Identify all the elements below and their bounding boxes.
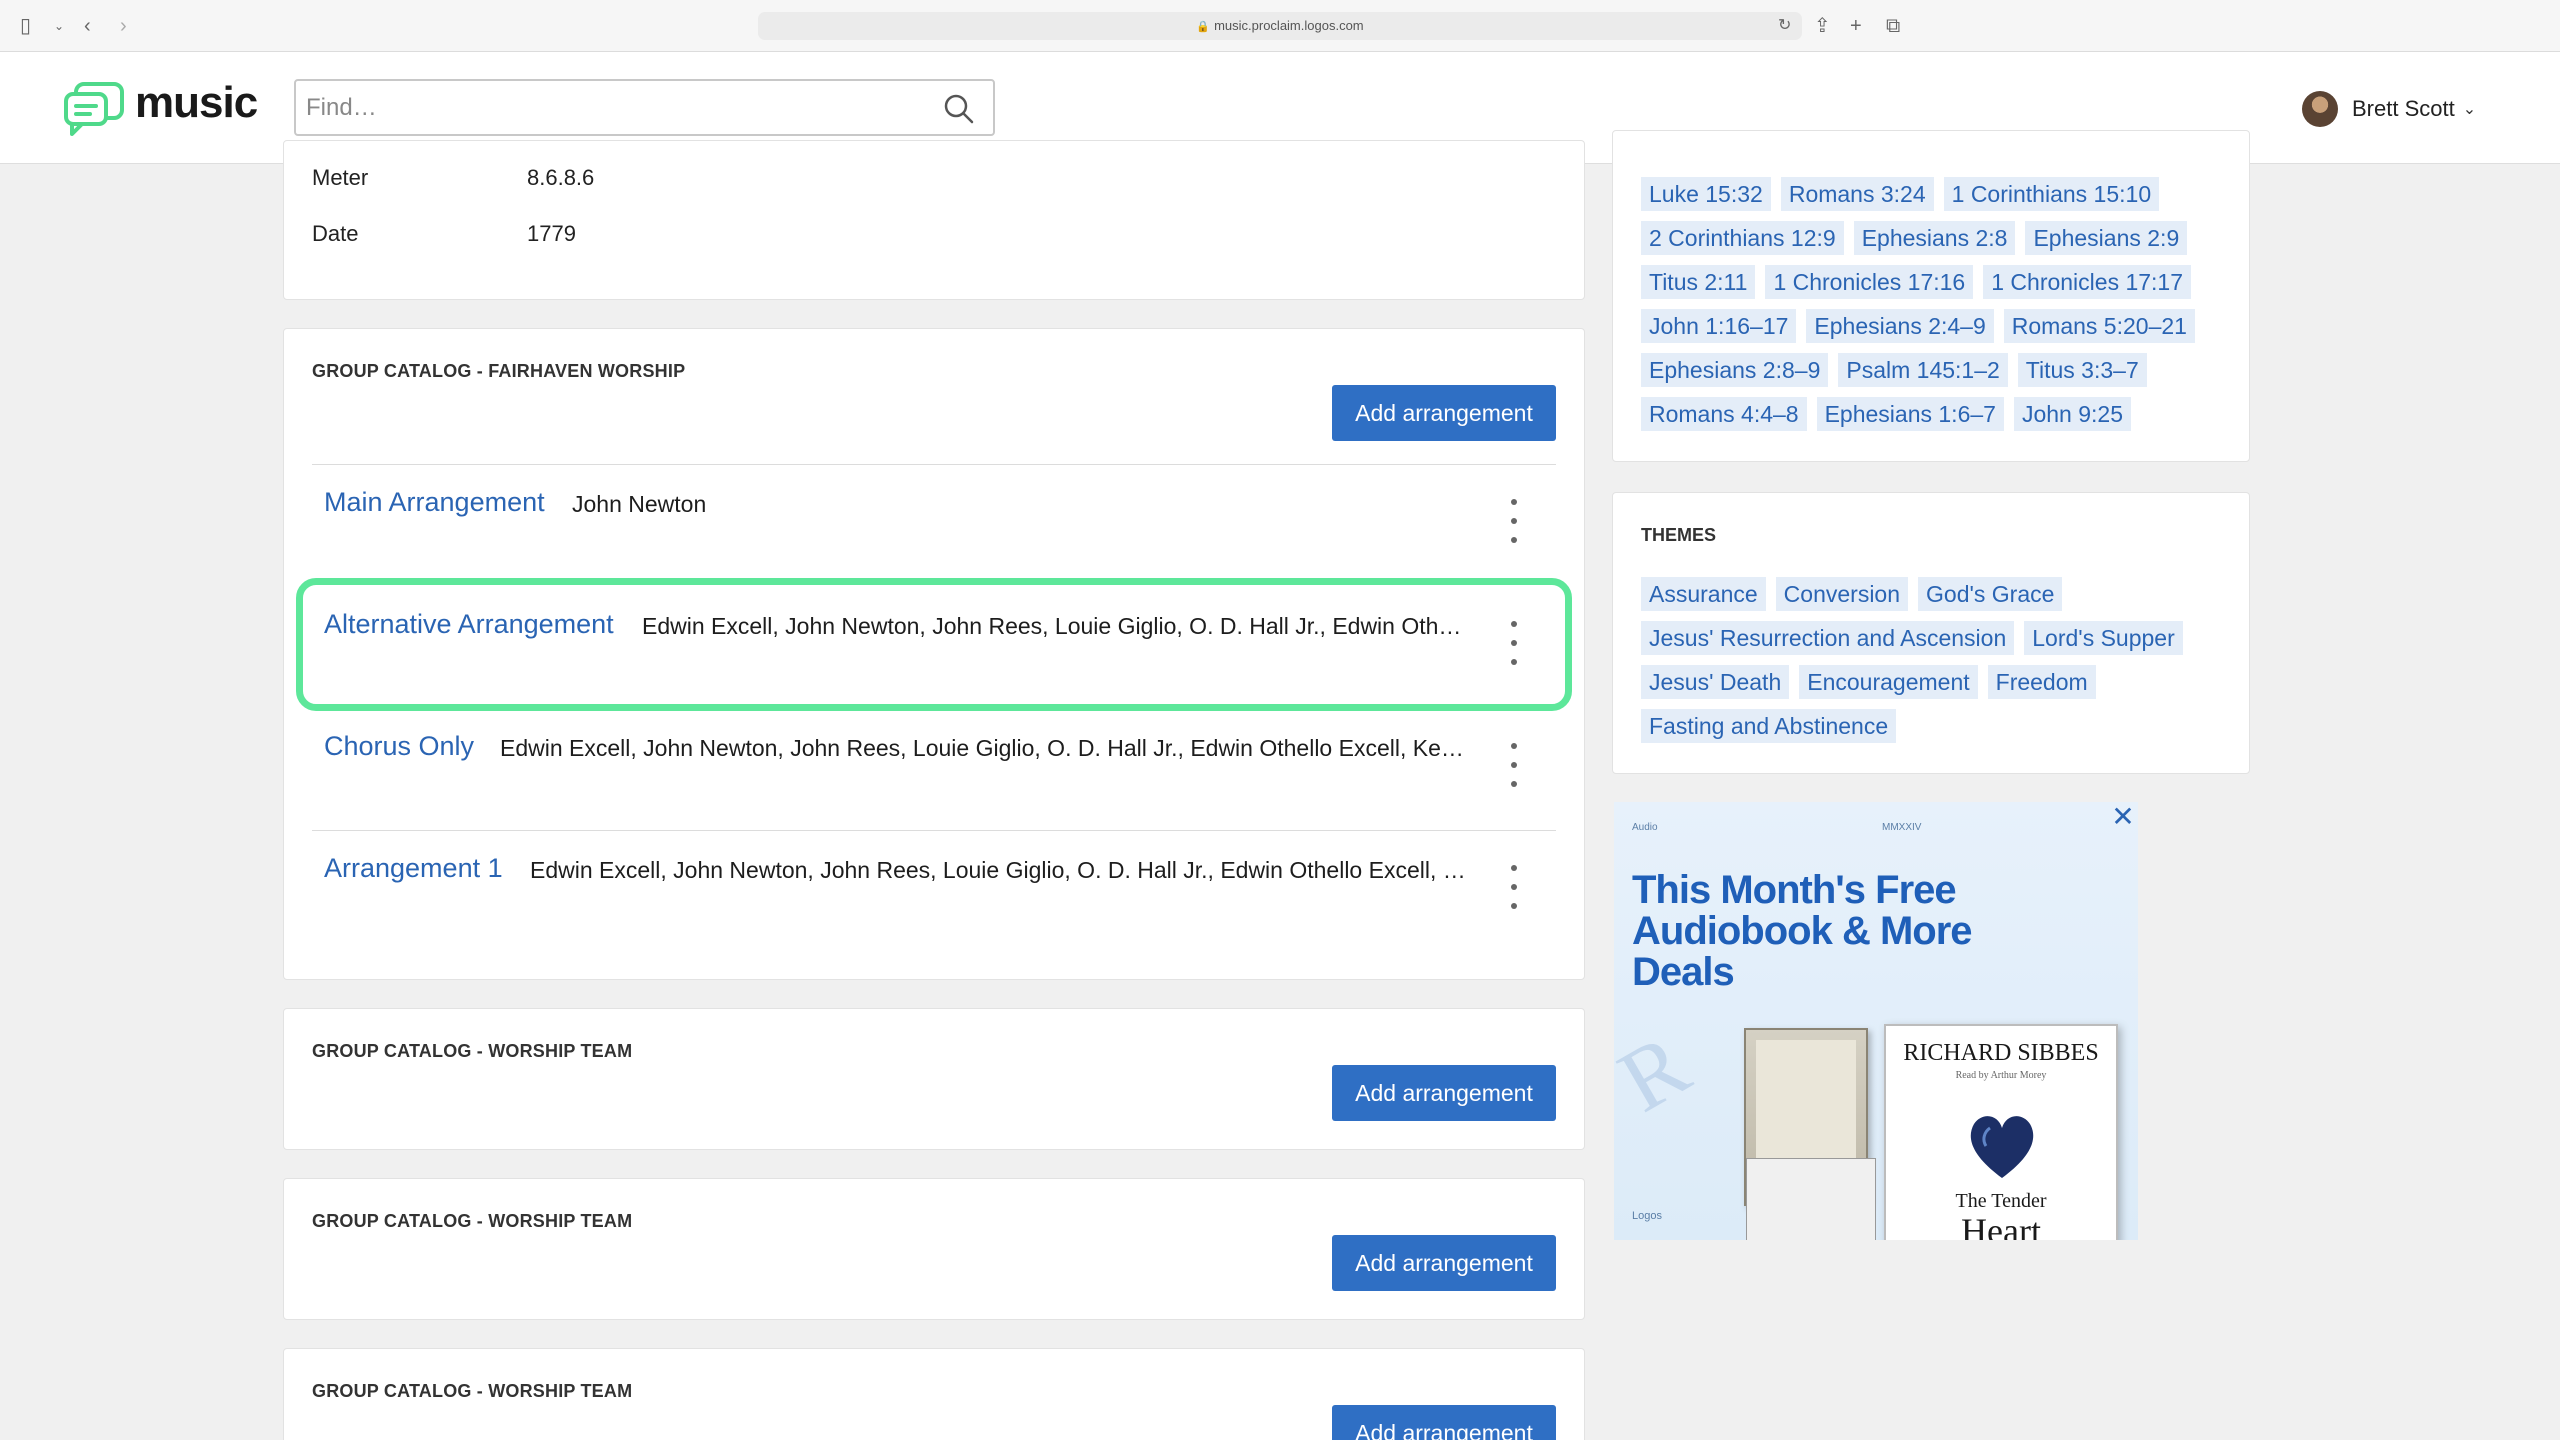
ad-decoration: R bbox=[1614, 1015, 1705, 1132]
arrangement-row[interactable]: Arrangement 1 Edwin Excell, John Newton,… bbox=[312, 831, 1568, 941]
user-name[interactable]: Brett Scott bbox=[2352, 96, 2455, 122]
arrangement-authors: John Newton bbox=[572, 491, 707, 517]
user-menu[interactable]: Brett Scott ⌄ bbox=[2302, 90, 2476, 128]
more-options-icon[interactable] bbox=[1506, 621, 1522, 665]
theme-tag-list: Assurance Conversion God's Grace Jesus' … bbox=[1641, 577, 2229, 743]
catalog-title: GROUP CATALOG - FAIRHAVEN WORSHIP bbox=[312, 361, 686, 381]
catalog-card-worship-team: GROUP CATALOG - WORSHIP TEAM Add arrange… bbox=[283, 1008, 1585, 1150]
catalog-title: GROUP CATALOG - WORSHIP TEAM bbox=[312, 1211, 633, 1231]
avatar[interactable] bbox=[2302, 91, 2338, 127]
scripture-tag[interactable]: Luke 15:32 bbox=[1641, 177, 1771, 211]
ad-book-cover bbox=[1746, 1158, 1876, 1240]
share-icon[interactable]: ⇪ bbox=[1814, 14, 1831, 38]
arrangement-name-link[interactable]: Arrangement 1 bbox=[324, 853, 503, 884]
lock-icon: 🔒 bbox=[1196, 21, 1211, 33]
theme-tag[interactable]: Jesus' Resurrection and Ascension bbox=[1641, 621, 2015, 655]
scripture-tag[interactable]: Psalm 145:1–2 bbox=[1838, 353, 2008, 387]
theme-tag[interactable]: God's Grace bbox=[1918, 577, 2063, 611]
theme-tag[interactable]: Encouragement bbox=[1799, 665, 1978, 699]
scripture-tag[interactable]: Ephesians 2:8–9 bbox=[1641, 353, 1829, 387]
scripture-references-card: Luke 15:32 Romans 3:24 1 Corinthians 15:… bbox=[1612, 130, 2250, 462]
theme-tag[interactable]: Lord's Supper bbox=[2024, 621, 2183, 655]
scripture-tag[interactable]: Romans 5:20–21 bbox=[2003, 309, 2195, 343]
theme-tag[interactable]: Assurance bbox=[1641, 577, 1766, 611]
scripture-tag[interactable]: Romans 4:4–8 bbox=[1641, 397, 1807, 431]
arrangement-row[interactable]: Main Arrangement John Newton bbox=[312, 465, 1568, 575]
address-bar[interactable]: 🔒 music.proclaim.logos.com bbox=[758, 12, 1802, 40]
catalog-card-fairhaven: GROUP CATALOG - FAIRHAVEN WORSHIP Add ar… bbox=[283, 328, 1585, 980]
catalog-title: GROUP CATALOG - WORSHIP TEAM bbox=[312, 1381, 633, 1401]
tab-overview-icon[interactable]: ⧉ bbox=[1886, 14, 1900, 38]
catalog-card-worship-team: GROUP CATALOG - WORSHIP TEAM Add arrange… bbox=[283, 1348, 1585, 1440]
ad-year: MMXXIV bbox=[1882, 822, 1922, 833]
search-input[interactable] bbox=[306, 91, 906, 125]
arrangement-authors: Edwin Excell, John Newton, John Rees, Lo… bbox=[530, 857, 1468, 883]
scripture-tag-list: Luke 15:32 Romans 3:24 1 Corinthians 15:… bbox=[1641, 177, 2229, 431]
scripture-tag[interactable]: Romans 3:24 bbox=[1780, 177, 1934, 211]
ad-featured-book: RICHARD SIBBES Read by Arthur Morey The … bbox=[1884, 1024, 2118, 1240]
ad-book-author: RICHARD SIBBES bbox=[1903, 1040, 2099, 1066]
ad-tag: Audio bbox=[1632, 822, 1658, 833]
ad-book-reader: Read by Arthur Morey bbox=[1955, 1070, 2047, 1081]
theme-tag[interactable]: Freedom bbox=[1987, 665, 2096, 699]
search-icon[interactable] bbox=[943, 93, 975, 125]
add-arrangement-button[interactable]: Add arrangement bbox=[1332, 385, 1556, 441]
ad-headline: This Month's Free Audiobook & More Deals bbox=[1632, 868, 1973, 994]
scripture-tag[interactable]: Ephesians 2:9 bbox=[2025, 221, 2188, 255]
sidebar-toggle-icon[interactable]: ▯ bbox=[20, 14, 31, 38]
arrangement-name-link[interactable]: Chorus Only bbox=[324, 731, 474, 762]
search-box[interactable] bbox=[294, 79, 995, 136]
logo-text[interactable]: music bbox=[135, 78, 258, 128]
add-arrangement-button[interactable]: Add arrangement bbox=[1332, 1235, 1556, 1291]
themes-title: THEMES bbox=[1641, 525, 1717, 545]
close-ad-icon[interactable]: ✕ bbox=[2108, 802, 2138, 832]
more-options-icon[interactable] bbox=[1506, 743, 1522, 787]
arrangement-name-link[interactable]: Main Arrangement bbox=[324, 487, 545, 518]
song-details-card: Meter 8.6.8.6 Date 1779 bbox=[283, 140, 1585, 300]
scripture-tag[interactable]: Ephesians 2:4–9 bbox=[1806, 309, 1994, 343]
more-options-icon[interactable] bbox=[1506, 865, 1522, 909]
date-label: Date bbox=[312, 221, 359, 246]
arrangement-name-link[interactable]: Alternative Arrangement bbox=[324, 609, 614, 640]
date-value: 1779 bbox=[527, 221, 576, 246]
ad-book-title-line2: Heart bbox=[1961, 1211, 2041, 1240]
theme-tag[interactable]: Fasting and Abstinence bbox=[1641, 709, 1897, 743]
scripture-tag[interactable]: 1 Chronicles 17:16 bbox=[1765, 265, 1974, 299]
arrangement-row[interactable]: Chorus Only Edwin Excell, John Newton, J… bbox=[312, 709, 1568, 819]
themes-card: THEMES Assurance Conversion God's Grace … bbox=[1612, 492, 2250, 774]
scripture-tag[interactable]: Titus 2:11 bbox=[1641, 265, 1756, 299]
advertisement[interactable]: Audio MMXXIV This Month's Free Audiobook… bbox=[1614, 802, 2138, 1240]
forward-arrow-icon[interactable]: › bbox=[120, 14, 127, 38]
catalog-card-worship-team: GROUP CATALOG - WORSHIP TEAM Add arrange… bbox=[283, 1178, 1585, 1320]
scripture-tag[interactable]: Ephesians 2:8 bbox=[1853, 221, 2016, 255]
arrangement-authors: Edwin Excell, John Newton, John Rees, Lo… bbox=[642, 613, 1468, 639]
more-options-icon[interactable] bbox=[1506, 499, 1522, 543]
meter-value: 8.6.8.6 bbox=[527, 165, 595, 190]
meter-label: Meter bbox=[312, 165, 369, 190]
scripture-tag[interactable]: John 9:25 bbox=[2013, 397, 2131, 431]
reload-icon[interactable]: ↻ bbox=[1778, 14, 1791, 38]
ad-brand: Logos bbox=[1632, 1210, 1662, 1222]
scripture-tag[interactable]: 1 Chronicles 17:17 bbox=[1983, 265, 2192, 299]
scripture-tag[interactable]: 2 Corinthians 12:9 bbox=[1641, 221, 1844, 255]
arrangement-authors: Edwin Excell, John Newton, John Rees, Lo… bbox=[500, 735, 1466, 761]
chevron-down-icon[interactable]: ⌄ bbox=[54, 14, 64, 38]
heart-icon bbox=[1970, 1116, 2034, 1178]
back-arrow-icon[interactable]: ‹ bbox=[84, 14, 91, 38]
catalog-title: GROUP CATALOG - WORSHIP TEAM bbox=[312, 1041, 633, 1061]
add-arrangement-button[interactable]: Add arrangement bbox=[1332, 1065, 1556, 1121]
theme-tag[interactable]: Jesus' Death bbox=[1641, 665, 1790, 699]
browser-toolbar: ▯ ⌄ ‹ › 🔒 music.proclaim.logos.com ↻ ⇪ + … bbox=[0, 0, 2560, 52]
scripture-tag[interactable]: Titus 3:3–7 bbox=[2017, 353, 2147, 387]
scripture-tag[interactable]: Ephesians 1:6–7 bbox=[1816, 397, 2004, 431]
chevron-down-icon[interactable]: ⌄ bbox=[2463, 99, 2476, 119]
theme-tag[interactable]: Conversion bbox=[1775, 577, 1909, 611]
add-arrangement-button[interactable]: Add arrangement bbox=[1332, 1405, 1556, 1440]
url-text: music.proclaim.logos.com bbox=[1214, 18, 1364, 33]
arrangement-row[interactable]: Alternative Arrangement Edwin Excell, Jo… bbox=[312, 587, 1568, 697]
music-logo-icon[interactable] bbox=[62, 80, 126, 136]
scripture-tag[interactable]: John 1:16–17 bbox=[1641, 309, 1797, 343]
scripture-tag[interactable]: 1 Corinthians 15:10 bbox=[1943, 177, 2160, 211]
new-tab-icon[interactable]: + bbox=[1850, 14, 1862, 38]
